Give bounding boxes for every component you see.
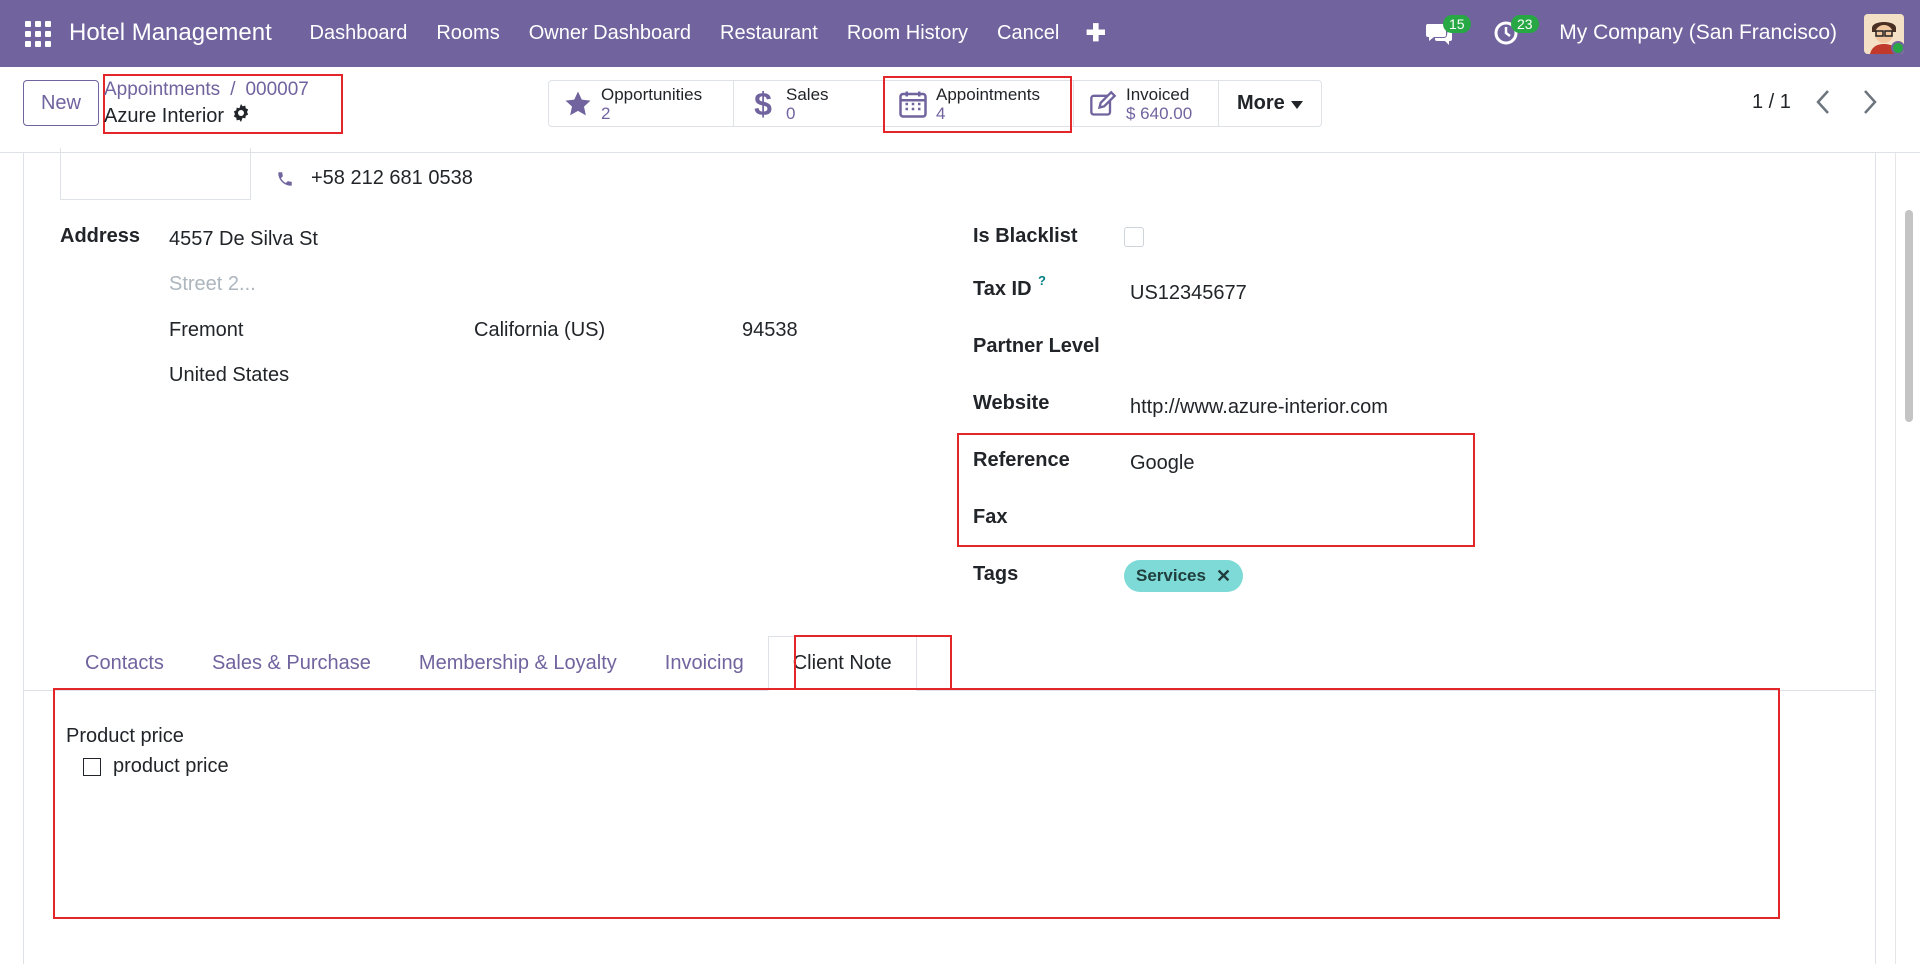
address-label: Address <box>60 225 141 247</box>
appointments-button-highlight <box>883 76 1072 133</box>
breadcrumb: Appointments / 000007 <box>104 79 309 101</box>
gear-icon[interactable] <box>232 104 250 128</box>
invoiced-label: Invoiced <box>1126 84 1190 104</box>
tax-id-field[interactable]: US12345677 <box>1130 282 1247 305</box>
record-name: Azure Interior <box>104 104 225 127</box>
reference-label: Reference <box>973 449 1070 471</box>
avatar-image-field[interactable] <box>60 148 251 200</box>
tab-membership-loyalty[interactable]: Membership & Loyalty <box>395 636 641 691</box>
scrollbar-thumb[interactable] <box>1905 210 1913 422</box>
street2-field[interactable]: Street 2... <box>169 273 256 296</box>
main-menu: Dashboard Rooms Owner Dashboard Restaura… <box>295 0 1120 67</box>
client-note-tab-highlight <box>794 635 952 690</box>
top-navbar: Hotel Management Dashboard Rooms Owner D… <box>0 0 1920 67</box>
is-blacklist-checkbox[interactable] <box>1124 227 1144 247</box>
breadcrumb-separator: / <box>230 79 236 100</box>
add-menu-icon[interactable]: ✚ <box>1086 19 1106 48</box>
breadcrumb-appointments-link[interactable]: Appointments <box>104 79 220 100</box>
sales-count: 0 <box>786 103 796 123</box>
chevron-right-icon[interactable] <box>1862 89 1878 120</box>
menu-room-history[interactable]: Room History <box>847 22 968 45</box>
messages-count-badge: 15 <box>1443 15 1471 33</box>
fax-label: Fax <box>973 506 1008 528</box>
chevron-left-icon[interactable] <box>1815 89 1831 120</box>
new-button[interactable]: New <box>23 80 99 126</box>
help-tooltip-icon[interactable]: ? <box>1038 273 1046 288</box>
more-label: More <box>1237 92 1285 114</box>
notebook-tabs: Contacts Sales & Purchase Membership & L… <box>60 636 917 691</box>
app-menu-icon[interactable] <box>25 21 51 47</box>
tab-invoicing[interactable]: Invoicing <box>641 636 768 691</box>
checklist-item[interactable]: product price <box>113 755 229 778</box>
dollar-icon: $ <box>746 88 780 120</box>
invoiced-amount: $ 640.00 <box>1126 103 1193 123</box>
tab-sales-purchase[interactable]: Sales & Purchase <box>188 636 395 691</box>
client-note-highlight <box>53 688 1780 919</box>
reference-field[interactable]: Google <box>1130 452 1195 475</box>
zip-field[interactable]: 94538 <box>742 319 798 342</box>
invoiced-button[interactable]: Invoiced $ 640.00 <box>1074 81 1219 126</box>
checklist-checkbox[interactable] <box>83 758 101 776</box>
tags-label: Tags <box>973 563 1019 585</box>
opportunities-count: 2 <box>601 103 611 123</box>
tab-contacts[interactable]: Contacts <box>60 636 188 691</box>
phone-field[interactable]: +58 212 681 0538 <box>311 167 473 190</box>
tax-id-label: Tax ID <box>973 278 1032 300</box>
online-status-dot <box>1891 41 1904 54</box>
opportunities-label: Opportunities <box>601 84 703 104</box>
website-field[interactable]: http://www.azure-interior.com <box>1130 396 1388 419</box>
activities-icon[interactable]: 23 <box>1493 15 1539 51</box>
breadcrumb-record-link[interactable]: 000007 <box>245 79 308 100</box>
opportunities-button[interactable]: Opportunities 2 <box>549 81 734 126</box>
star-icon <box>561 89 595 119</box>
caret-down-icon <box>1290 92 1303 115</box>
activities-count-badge: 23 <box>1511 15 1539 33</box>
menu-dashboard[interactable]: Dashboard <box>310 22 408 45</box>
app-brand[interactable]: Hotel Management <box>69 19 272 47</box>
sales-button[interactable]: $ Sales 0 <box>734 81 884 126</box>
messages-icon[interactable]: 15 <box>1425 15 1471 51</box>
sales-label: Sales <box>786 84 829 104</box>
website-label: Website <box>973 392 1050 414</box>
state-field[interactable]: California (US) <box>474 319 605 342</box>
record-title: Azure Interior <box>104 104 250 128</box>
more-button[interactable]: More <box>1219 81 1321 126</box>
tag-label: Services <box>1136 566 1206 585</box>
menu-rooms[interactable]: Rooms <box>436 22 499 45</box>
menu-cancel[interactable]: Cancel <box>997 22 1059 45</box>
remove-tag-icon[interactable]: ✕ <box>1216 566 1231 587</box>
partner-level-label: Partner Level <box>973 335 1100 357</box>
edit-icon <box>1086 90 1120 118</box>
menu-restaurant[interactable]: Restaurant <box>720 22 818 45</box>
phone-icon <box>276 170 294 193</box>
client-note-heading[interactable]: Product price <box>66 725 184 748</box>
city-field[interactable]: Fremont <box>169 319 243 342</box>
user-avatar[interactable] <box>1864 14 1904 54</box>
is-blacklist-label: Is Blacklist <box>973 225 1078 247</box>
menu-owner-dashboard[interactable]: Owner Dashboard <box>529 22 691 45</box>
svg-text:$: $ <box>754 88 772 120</box>
country-field[interactable]: United States <box>169 364 289 387</box>
company-switcher[interactable]: My Company (San Francisco) <box>1559 21 1837 45</box>
tag-services: Services ✕ <box>1124 560 1244 592</box>
street-field[interactable]: 4557 De Silva St <box>169 228 318 251</box>
pager-value[interactable]: 1 / 1 <box>1752 91 1791 114</box>
